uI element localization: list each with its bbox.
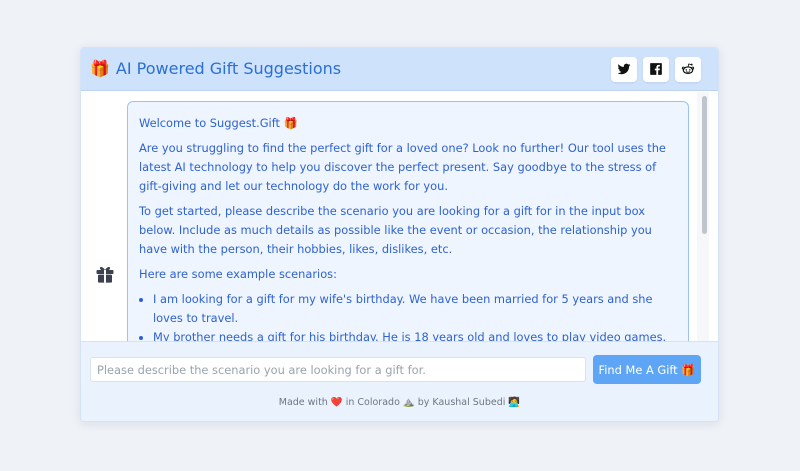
input-bar: Find Me A Gift 🎁 Made with ❤️ in Colorad… [81,341,718,421]
find-gift-button[interactable]: Find Me A Gift 🎁 [593,355,701,384]
gift-avatar-icon [96,266,114,283]
gift-emoji-icon: 🎁 [90,59,110,78]
instructions-paragraph: To get started, please describe the scen… [139,204,652,256]
card-header: 🎁 AI Powered Gift Suggestions [81,48,718,91]
list-item: I am looking for a gift for my wife's bi… [153,290,677,328]
chat-scrollbar[interactable] [697,92,709,341]
twitter-icon [617,63,631,75]
page-title-text: AI Powered Gift Suggestions [115,59,342,78]
credit-location-author: in Colorado ⛰️ by Kaushal Subedi 🧑‍💻 [345,397,521,408]
reddit-share-button[interactable] [675,57,701,82]
footer-credit: Made with ❤️ in Colorado ⛰️ by Kaushal S… [81,397,718,408]
facebook-icon [650,63,662,75]
chat-area[interactable]: Welcome to Suggest.Gift 🎁 Are you strugg… [81,92,718,361]
page-title: 🎁 AI Powered Gift Suggestions [90,59,341,78]
twitter-share-button[interactable] [611,57,637,82]
scenario-input[interactable] [90,357,586,382]
chat-card: 🎁 AI Powered Gift Suggestions Welcome to… [80,47,719,422]
welcome-heading: Welcome to Suggest.Gift 🎁 [139,116,298,130]
intro-paragraph: Are you struggling to find the perfect g… [139,141,666,193]
examples-heading: Here are some example scenarios: [139,267,337,281]
welcome-message-bubble: Welcome to Suggest.Gift 🎁 Are you strugg… [127,101,689,361]
credit-made-with: Made with [278,397,328,408]
heart-icon: ❤️ [330,397,343,408]
scrollbar-thumb[interactable] [702,96,707,234]
reddit-icon [681,63,695,75]
facebook-share-button[interactable] [643,57,669,82]
